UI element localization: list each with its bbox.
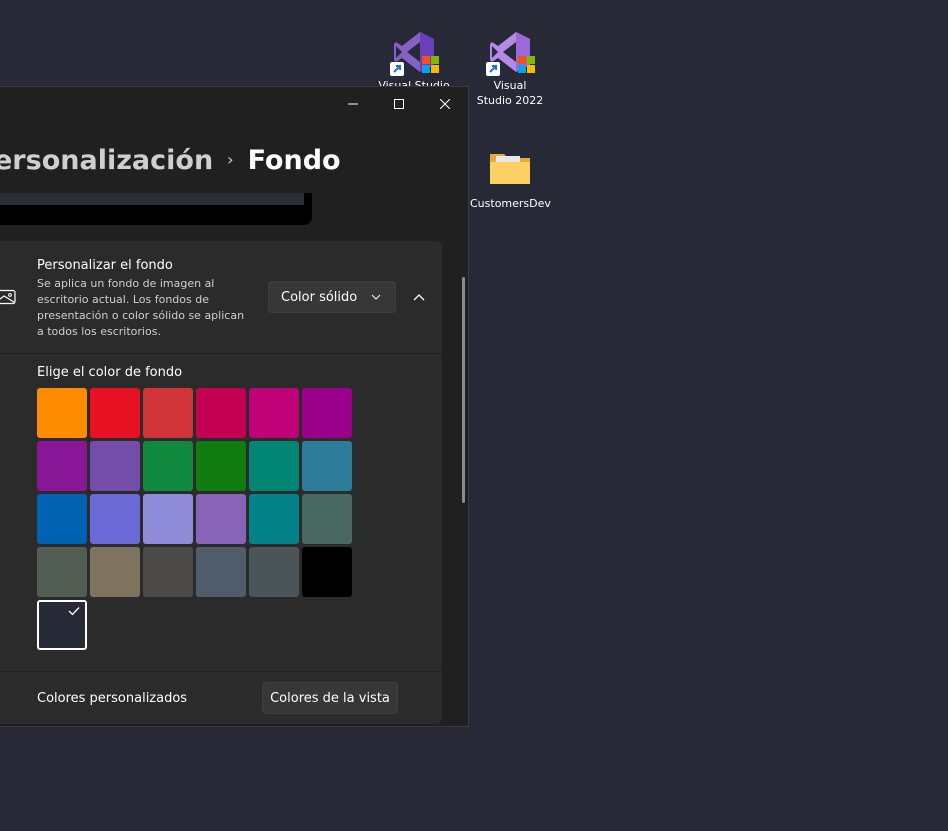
color-swatch[interactable] [90, 388, 140, 438]
color-swatch[interactable] [302, 494, 352, 544]
minimize-icon [348, 94, 358, 113]
color-picker-card: Elige el color de fondo [0, 354, 442, 671]
color-swatch[interactable] [90, 494, 140, 544]
color-swatch[interactable] [37, 600, 87, 650]
color-swatch[interactable] [143, 441, 193, 491]
breadcrumb-parent[interactable]: ersonalización [0, 145, 213, 176]
minimize-button[interactable] [330, 87, 376, 119]
color-swatch[interactable] [302, 547, 352, 597]
color-swatch[interactable] [249, 388, 299, 438]
color-swatch[interactable] [249, 441, 299, 491]
color-swatch[interactable] [37, 547, 87, 597]
color-swatch[interactable] [196, 494, 246, 544]
view-colors-button[interactable]: Colores de la vista [262, 682, 398, 714]
personalize-background-card: Personalizar el fondo Se aplica un fondo… [0, 241, 442, 353]
color-swatch[interactable] [143, 388, 193, 438]
desktop-icon-label: Visual Studio 2022 [476, 79, 544, 107]
breadcrumb-separator: › [227, 150, 234, 169]
maximize-button[interactable] [376, 87, 422, 119]
background-preview [0, 193, 312, 225]
background-type-dropdown[interactable]: Color sólido [268, 281, 396, 313]
color-swatch[interactable] [196, 388, 246, 438]
shortcut-arrow-icon [390, 62, 404, 76]
color-swatch[interactable] [196, 441, 246, 491]
color-swatch[interactable] [249, 494, 299, 544]
dropdown-value: Color sólido [281, 289, 358, 305]
setting-description: Se aplica un fondo de imagen al escritor… [37, 277, 245, 338]
breadcrumb-current: Fondo [247, 145, 341, 176]
shortcut-arrow-icon [486, 62, 500, 76]
color-swatch[interactable] [302, 388, 352, 438]
folder-icon [486, 146, 534, 194]
preview-screen [0, 193, 304, 205]
breadcrumb: ersonalización › Fondo [0, 145, 341, 176]
chevron-down-icon [371, 291, 381, 306]
title-bar [0, 87, 468, 119]
color-swatch[interactable] [143, 547, 193, 597]
desktop-icon-visual-studio[interactable]: Visual Studio [374, 28, 454, 88]
collapse-button[interactable] [408, 287, 430, 309]
color-swatch[interactable] [37, 441, 87, 491]
visual-studio-icon [390, 28, 439, 76]
custom-colors-card: Colores personalizados Colores de la vis… [0, 672, 442, 724]
desktop-icon-label: CustomersDev [470, 197, 551, 210]
color-swatch[interactable] [143, 494, 193, 544]
checkmark-icon [63, 602, 85, 620]
close-button[interactable] [422, 87, 468, 119]
setting-title: Personalizar el fondo [37, 258, 173, 273]
desktop-icon-visual-studio-2022[interactable]: Visual Studio 2022 [470, 28, 550, 108]
chevron-up-icon [413, 289, 425, 308]
close-icon [439, 94, 451, 113]
visual-studio-2022-icon [486, 28, 535, 76]
scrollbar[interactable] [462, 277, 465, 503]
color-swatch[interactable] [37, 494, 87, 544]
color-swatch[interactable] [90, 441, 140, 491]
picture-icon [0, 289, 16, 309]
color-swatch[interactable] [249, 547, 299, 597]
color-swatch[interactable] [90, 547, 140, 597]
maximize-icon [394, 94, 404, 113]
color-swatch[interactable] [37, 388, 87, 438]
settings-window: ersonalización › Fondo Personalizar el fon… [0, 86, 469, 727]
color-heading: Elige el color de fondo [37, 365, 183, 380]
color-swatch[interactable] [196, 547, 246, 597]
color-swatch[interactable] [302, 441, 352, 491]
custom-colors-label: Colores personalizados [37, 691, 188, 706]
desktop-icon-customersdev[interactable]: CustomersDev [470, 146, 551, 211]
